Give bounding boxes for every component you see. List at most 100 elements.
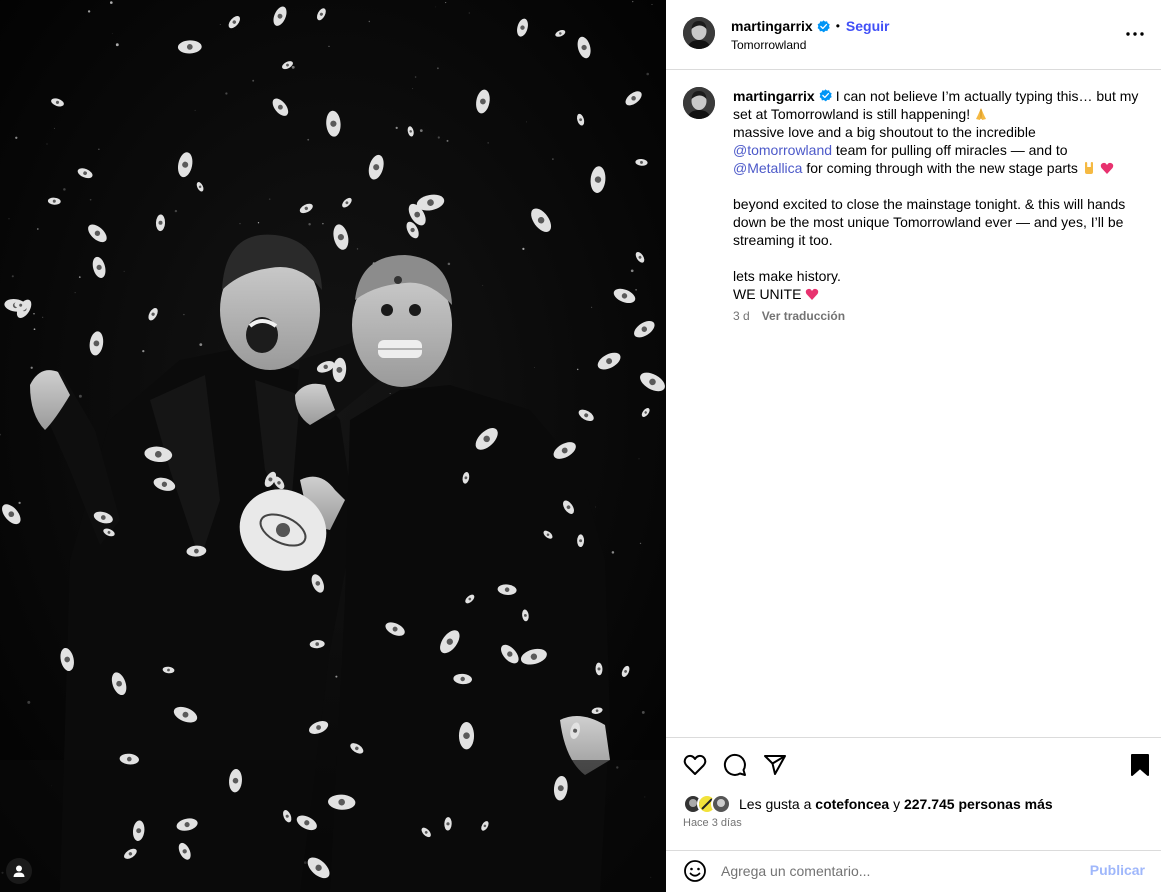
sparkle: [27, 700, 31, 704]
sparkle: [219, 24, 221, 25]
sparkle: [414, 76, 417, 78]
save-button[interactable]: [1127, 752, 1153, 778]
sparkle: [194, 109, 196, 111]
author-avatar[interactable]: [683, 17, 715, 49]
mention-link[interactable]: @Metallica: [733, 160, 802, 176]
caption-time[interactable]: 3 d: [733, 309, 750, 323]
liker-username[interactable]: cotefoncea: [815, 796, 889, 812]
sparkle: [639, 542, 642, 545]
sparkle: [651, 4, 653, 6]
eye-confetti: [458, 722, 475, 750]
praying-hands-icon: [975, 108, 986, 120]
sparkle: [447, 262, 451, 266]
sparkle: [552, 158, 554, 160]
sparkle: [174, 209, 178, 213]
caption-text: massive love and a big shoutout to the i…: [733, 124, 1036, 140]
liker-avatar[interactable]: [711, 794, 731, 814]
author-username[interactable]: martingarrix: [731, 18, 813, 34]
caption-text: WE UNITE: [733, 286, 806, 302]
sparkle: [522, 247, 525, 250]
sparkle: [307, 138, 310, 141]
mention-link[interactable]: @tomorrowland: [733, 142, 832, 158]
separator-dot: •: [835, 19, 840, 33]
heart-emoji-icon: [806, 288, 819, 300]
photo-canvas: [0, 0, 666, 892]
likes-prefix: Les gusta a: [739, 796, 816, 812]
sparkle: [646, 72, 649, 76]
comment-button[interactable]: [722, 752, 748, 778]
sparkle: [322, 222, 324, 225]
sparkle: [335, 675, 338, 678]
sparkle: [53, 127, 55, 129]
comment-icon: [723, 753, 746, 776]
sparkle: [111, 33, 113, 34]
sparkle: [591, 306, 593, 308]
translate-button[interactable]: Ver traducción: [762, 309, 845, 323]
sparkle: [595, 506, 596, 508]
sparkle: [395, 126, 398, 130]
caption-username[interactable]: martingarrix: [733, 88, 815, 104]
sparkle: [437, 136, 440, 139]
sparkle: [635, 288, 637, 291]
emoji-button[interactable]: [683, 859, 707, 883]
caption-text: for coming through with the new stage pa…: [802, 160, 1082, 176]
sparkle: [252, 79, 255, 82]
sparkle: [78, 394, 82, 398]
sparkle: [435, 6, 437, 8]
bookmark-icon: [1131, 754, 1149, 776]
comment-bar: Publicar: [666, 850, 1161, 892]
tagged-users-button[interactable]: [6, 858, 32, 884]
sparkle: [356, 248, 359, 250]
sparkle: [291, 65, 295, 69]
post-details-panel: martingarrix • Seguir Tomorrowland marti…: [666, 0, 1161, 892]
like-button[interactable]: [682, 752, 708, 778]
caption-text: lets make history.: [733, 268, 841, 284]
post-caption: martingarrix I can not believe I’m actual…: [733, 87, 1143, 303]
post-timestamp[interactable]: Hace 3 días: [683, 817, 742, 829]
comments-area: martingarrix I can not believe I’m actual…: [666, 71, 1161, 737]
caption-text: streaming it too.: [733, 232, 833, 248]
publish-button[interactable]: Publicar: [1090, 862, 1145, 878]
avatar-image: [683, 87, 715, 119]
sparkle: [74, 292, 76, 294]
likes-summary: Les gusta a cotefoncea y 227.745 persona…: [683, 794, 1053, 814]
comment-input[interactable]: [721, 859, 1081, 883]
sparkle: [11, 275, 14, 278]
sparkle: [89, 198, 92, 201]
verified-badge-icon: [817, 19, 830, 32]
more-options-button[interactable]: [1123, 22, 1147, 46]
sparkle: [225, 92, 228, 95]
caption-meta: 3 d Ver traducción: [733, 309, 845, 323]
caption-text: team for pulling off miracles — and to: [832, 142, 1068, 158]
sparkle: [526, 121, 527, 123]
sparkle: [611, 551, 615, 554]
sparkle: [419, 129, 423, 132]
follow-button[interactable]: Seguir: [846, 18, 890, 34]
sparkle: [183, 313, 185, 316]
share-button[interactable]: [762, 752, 788, 778]
likes-middle: y: [889, 796, 904, 812]
sparkle: [109, 1, 113, 4]
likes-count[interactable]: 227.745 personas más: [904, 796, 1053, 812]
verified-badge-icon: [819, 89, 832, 102]
sparkle: [641, 710, 645, 714]
paper-plane-icon: [764, 755, 786, 775]
sparkle: [115, 43, 119, 47]
sparkle: [437, 67, 439, 70]
post-image[interactable]: [0, 0, 666, 892]
sparkle: [98, 148, 100, 150]
sparkle: [482, 285, 484, 286]
sparkle: [487, 142, 489, 144]
sparkle: [78, 276, 81, 278]
sparkle: [30, 366, 33, 369]
post-header: martingarrix • Seguir Tomorrowland: [666, 0, 1161, 70]
sparkle: [576, 368, 579, 371]
sparkle: [389, 393, 391, 394]
heart-icon: [683, 754, 707, 775]
user-icon: [13, 865, 25, 877]
caption-text: set at Tomorrowland is still happening!: [733, 106, 971, 122]
post-location[interactable]: Tomorrowland: [731, 38, 806, 52]
caption-text: beyond excited to close the mainstage to…: [733, 196, 1126, 212]
caption-author-avatar[interactable]: [683, 87, 715, 119]
sparkle: [268, 198, 271, 200]
